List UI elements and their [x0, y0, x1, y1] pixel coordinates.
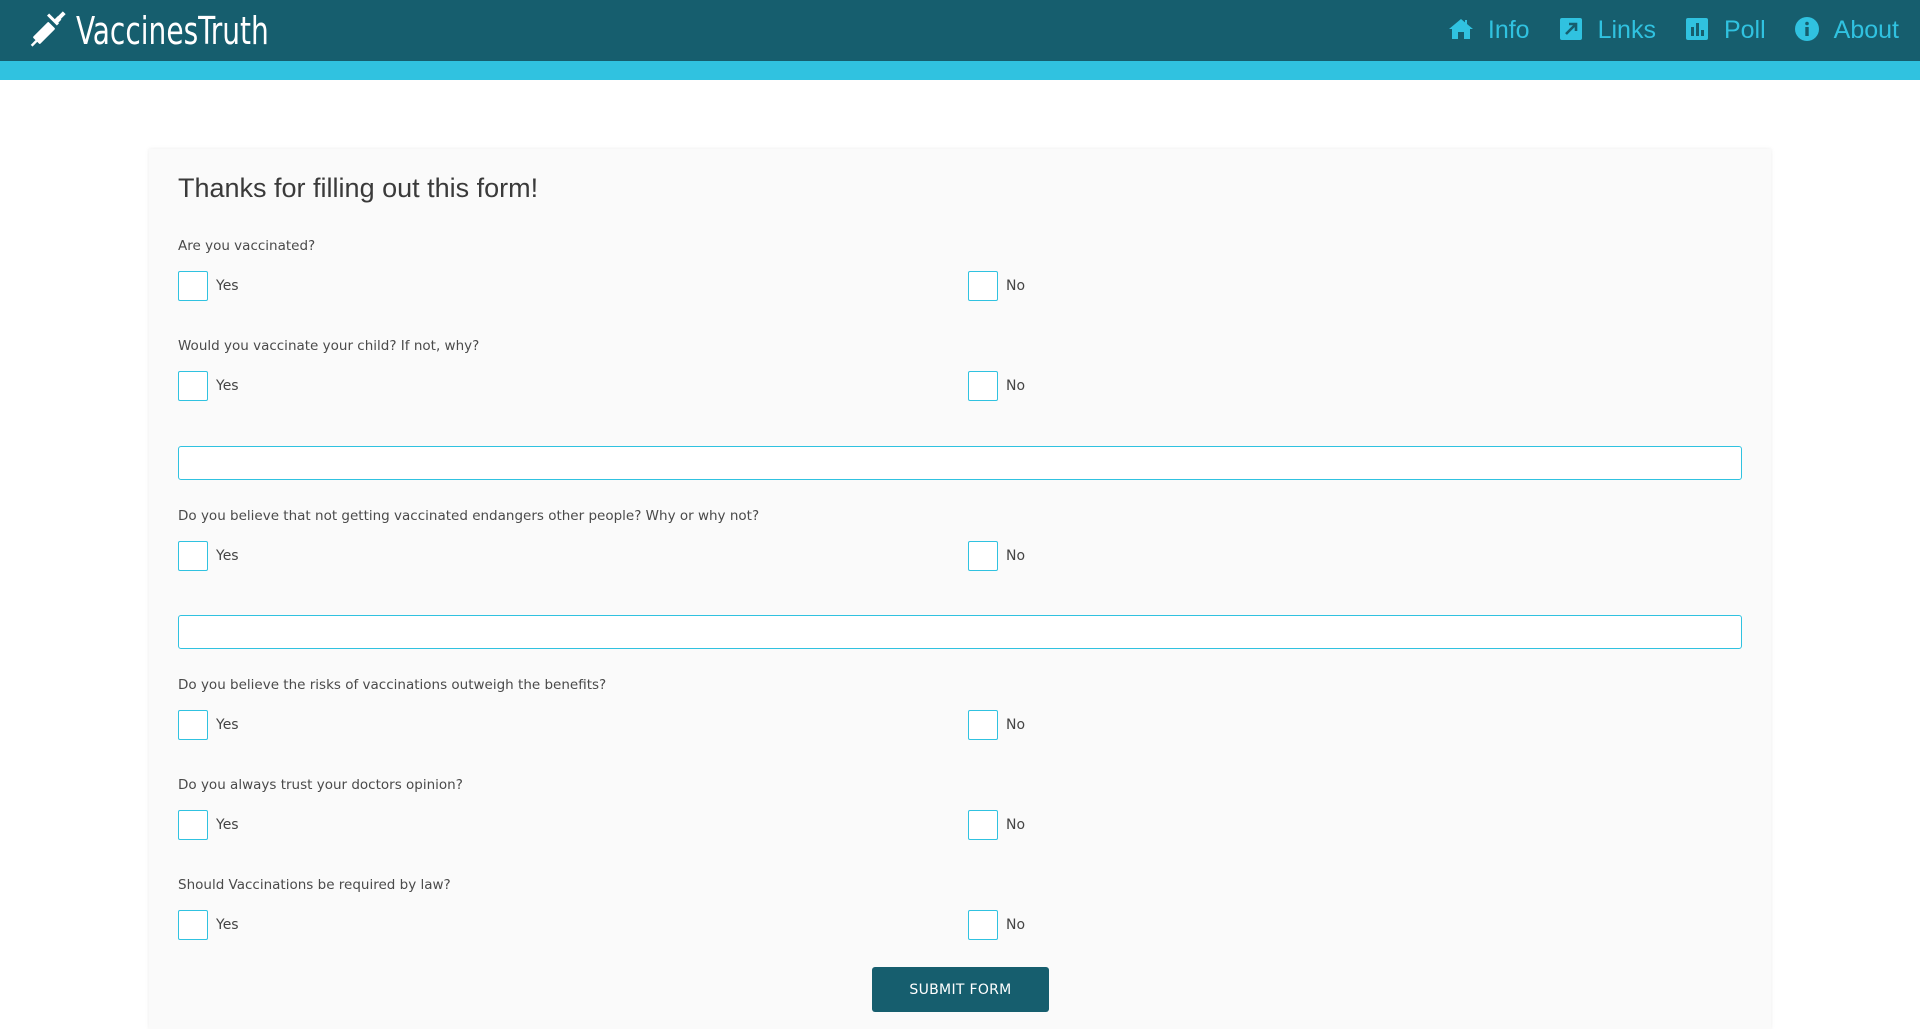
q3-yes-checkbox[interactable]: Yes — [178, 541, 239, 571]
home-icon — [1448, 16, 1488, 46]
q5-no-checkbox[interactable]: No — [968, 810, 1025, 840]
info-icon — [1794, 16, 1834, 46]
q6-no-checkbox[interactable]: No — [968, 910, 1025, 940]
nav-label-info: Info — [1487, 16, 1530, 44]
top-navbar: VaccinesTruth Info Links Poll About — [0, 0, 1920, 61]
checkbox[interactable] — [968, 910, 998, 940]
option-label-yes: Yes — [216, 917, 239, 933]
q1-no-checkbox[interactable]: No — [968, 271, 1025, 301]
question-label: Are you vaccinated? — [178, 238, 316, 254]
option-label-yes: Yes — [216, 817, 239, 833]
option-label-no: No — [1006, 378, 1026, 394]
checkbox[interactable] — [178, 910, 208, 940]
option-label-yes: Yes — [216, 717, 239, 733]
question-label: Do you believe the risks of vaccinations… — [178, 677, 607, 693]
checkbox[interactable] — [968, 810, 998, 840]
poll-form-card: Thanks for filling out this form! Are yo… — [149, 149, 1771, 1029]
q6-yes-checkbox[interactable]: Yes — [178, 910, 239, 940]
q2-yes-checkbox[interactable]: Yes — [178, 371, 239, 401]
option-label-yes: Yes — [216, 548, 239, 564]
bar-chart-icon — [1684, 16, 1724, 46]
nav-item-info[interactable]: Info — [1448, 16, 1530, 46]
checkbox[interactable] — [968, 710, 998, 740]
question-label: Should Vaccinations be required by law? — [178, 877, 451, 893]
brand[interactable]: VaccinesTruth — [28, 6, 311, 56]
q3-reason-input[interactable] — [178, 615, 1742, 649]
question-label: Would you vaccinate your child? If not, … — [178, 338, 480, 354]
accent-strip — [0, 61, 1920, 80]
option-label-no: No — [1006, 717, 1026, 733]
nav-label-about: About — [1833, 16, 1899, 44]
checkbox[interactable] — [968, 541, 998, 571]
form-title: Thanks for filling out this form! — [178, 173, 539, 203]
option-label-yes: Yes — [216, 378, 239, 394]
checkbox[interactable] — [178, 541, 208, 571]
main-nav: Info Links Poll About — [1420, 0, 1899, 61]
option-label-yes: Yes — [216, 278, 239, 294]
brand-name: VaccinesTruth — [76, 9, 269, 53]
nav-label-poll: Poll — [1723, 16, 1766, 44]
external-link-icon — [1558, 16, 1598, 46]
question-label: Do you always trust your doctors opinion… — [178, 777, 463, 793]
option-label-no: No — [1006, 548, 1026, 564]
question-label: Do you believe that not getting vaccinat… — [178, 508, 760, 524]
q3-no-checkbox[interactable]: No — [968, 541, 1025, 571]
checkbox[interactable] — [968, 371, 998, 401]
checkbox[interactable] — [968, 271, 998, 301]
checkbox[interactable] — [178, 810, 208, 840]
syringe-icon — [28, 9, 68, 53]
q2-no-checkbox[interactable]: No — [968, 371, 1025, 401]
submit-form-button[interactable]: SUBMIT FORM — [872, 967, 1049, 1012]
q4-yes-checkbox[interactable]: Yes — [178, 710, 239, 740]
option-label-no: No — [1006, 817, 1026, 833]
option-label-no: No — [1006, 917, 1026, 933]
q5-yes-checkbox[interactable]: Yes — [178, 810, 239, 840]
q2-reason-input[interactable] — [178, 446, 1742, 480]
q1-yes-checkbox[interactable]: Yes — [178, 271, 239, 301]
nav-item-poll[interactable]: Poll — [1684, 16, 1766, 46]
nav-label-links: Links — [1597, 16, 1656, 44]
q4-no-checkbox[interactable]: No — [968, 710, 1025, 740]
nav-item-about[interactable]: About — [1794, 16, 1899, 46]
checkbox[interactable] — [178, 710, 208, 740]
nav-item-links[interactable]: Links — [1558, 16, 1656, 46]
option-label-no: No — [1006, 278, 1026, 294]
checkbox[interactable] — [178, 271, 208, 301]
checkbox[interactable] — [178, 371, 208, 401]
